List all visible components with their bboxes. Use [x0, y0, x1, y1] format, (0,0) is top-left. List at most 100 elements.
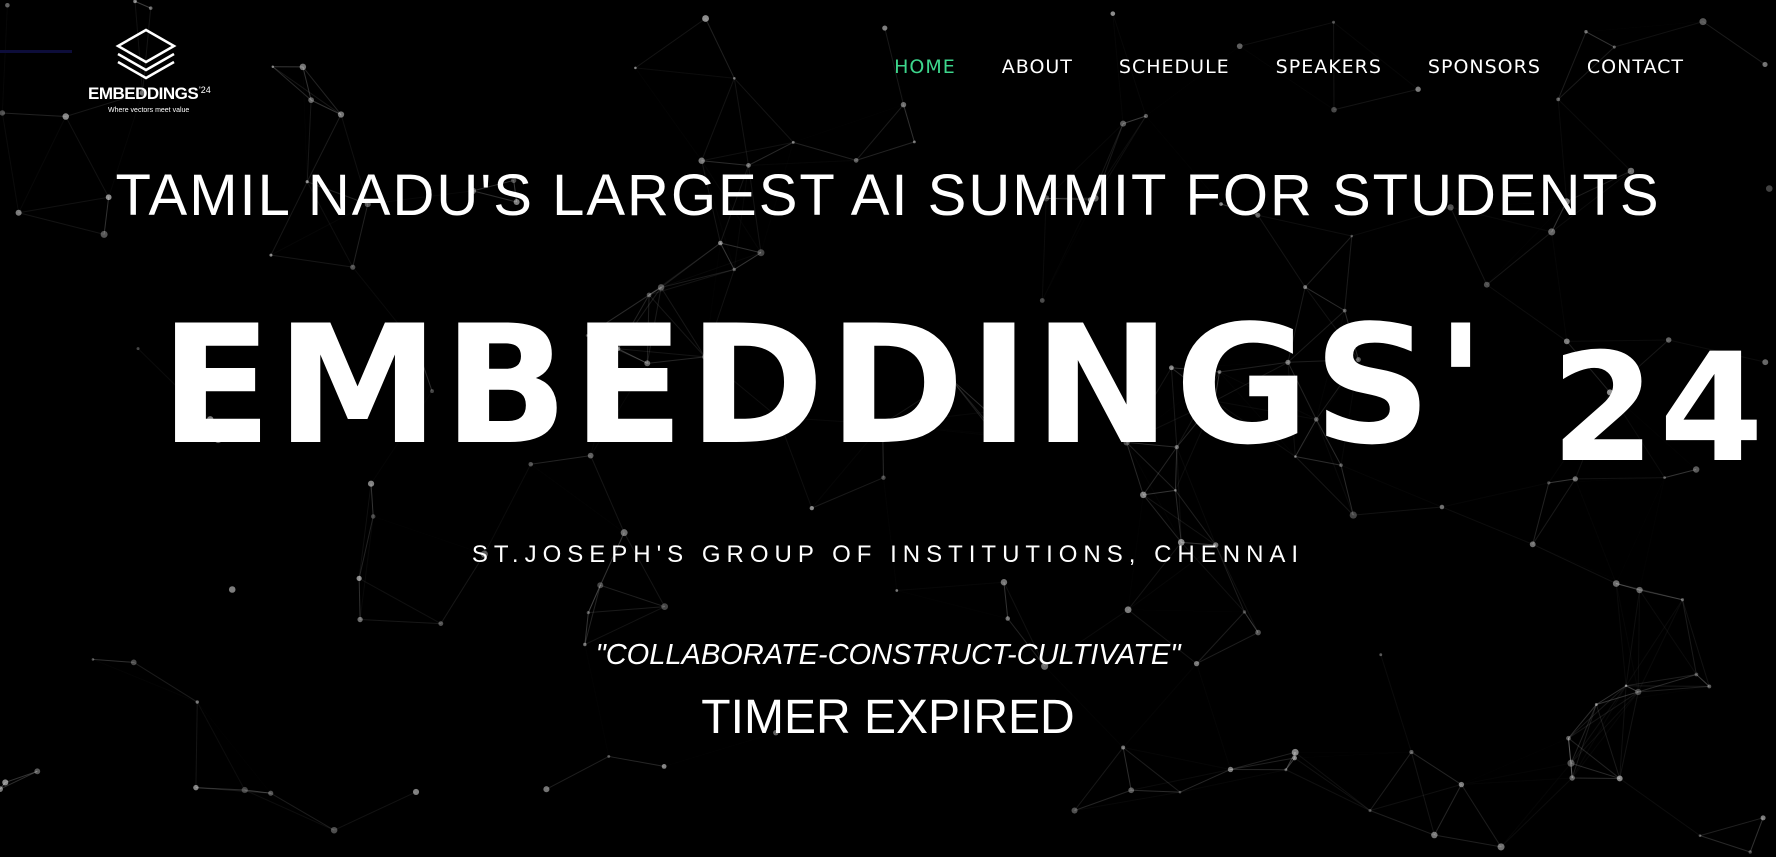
network-node	[597, 582, 604, 589]
network-line	[1131, 789, 1181, 793]
logo-tagline: Where vectors meet value	[108, 107, 190, 114]
network-node	[1236, 43, 1243, 50]
network-node	[2, 779, 9, 786]
network-line	[1122, 747, 1181, 793]
nav-schedule[interactable]: SCHEDULE	[1119, 56, 1230, 78]
network-node	[1748, 850, 1752, 854]
network-line	[1625, 673, 1697, 687]
network-node	[100, 230, 108, 238]
hero-title-main: EMBEDDINGS'	[160, 290, 1490, 481]
network-node	[1431, 831, 1438, 839]
network-node	[1368, 808, 1372, 813]
network-line	[1369, 784, 1462, 812]
network-line	[1131, 768, 1231, 791]
network-line	[903, 104, 915, 143]
network-node	[1616, 775, 1623, 782]
network-line	[1585, 31, 1615, 48]
site-logo[interactable]: EMBEDDINGS '24 Where vectors meet value	[86, 28, 216, 118]
network-line	[608, 755, 665, 767]
network-line	[811, 477, 884, 509]
network-node	[241, 786, 248, 794]
network-node	[1680, 598, 1685, 602]
network-node	[661, 603, 669, 611]
network-line	[1369, 751, 1412, 811]
network-line	[104, 234, 138, 348]
network-line	[1179, 769, 1231, 793]
network-line	[584, 585, 601, 645]
network-line	[370, 483, 374, 517]
hero-subtitle: TAMIL NADU'S LARGEST AI SUMMIT FOR STUDE…	[115, 163, 1661, 228]
network-node	[809, 505, 814, 511]
network-node	[1612, 45, 1616, 49]
network-node	[1694, 672, 1699, 677]
network-node	[1350, 234, 1354, 238]
network-node	[1567, 759, 1575, 767]
logo-superscript: '24	[199, 85, 211, 95]
network-node	[791, 140, 795, 144]
network-node	[1292, 755, 1297, 761]
nav-home[interactable]: HOME	[894, 56, 956, 78]
network-node	[1584, 30, 1588, 34]
network-line	[1304, 235, 1353, 288]
network-node	[356, 575, 362, 581]
network-line	[1441, 506, 1533, 545]
network-line	[1557, 98, 1632, 172]
nav-contact[interactable]: CONTACT	[1587, 56, 1684, 78]
network-node	[718, 240, 723, 246]
network-node	[733, 76, 736, 80]
nav-speakers[interactable]: SPEAKERS	[1276, 56, 1382, 78]
network-line	[1294, 751, 1371, 811]
network-node	[5, 3, 10, 8]
network-line	[897, 582, 1004, 590]
network-line	[1570, 762, 1620, 779]
network-node	[1497, 843, 1505, 851]
network-line	[1333, 88, 1419, 111]
network-line	[1003, 582, 1009, 619]
network-node	[1762, 61, 1768, 68]
network-line	[1369, 810, 1435, 836]
network-node	[193, 784, 199, 791]
network-node	[1255, 629, 1261, 636]
network-node	[228, 586, 236, 593]
network-line	[546, 755, 609, 790]
network-node	[412, 788, 420, 795]
network-node	[133, 0, 137, 4]
network-node	[900, 101, 907, 108]
network-line	[1699, 817, 1764, 837]
network-line	[1142, 494, 1182, 543]
network-node	[1548, 228, 1556, 236]
network-node	[1556, 97, 1561, 102]
network-line	[195, 787, 271, 794]
network-line	[1486, 231, 1553, 286]
network-node	[350, 264, 356, 270]
network-line	[1075, 792, 1180, 810]
network-line	[546, 766, 664, 789]
network-node	[1143, 113, 1149, 119]
network-line	[1074, 747, 1124, 811]
network-node	[268, 790, 274, 796]
network-node	[370, 514, 376, 519]
network-node	[1140, 491, 1147, 499]
network-node	[1409, 750, 1414, 755]
network-node	[1612, 580, 1620, 587]
nav-sponsors[interactable]: SPONSORS	[1428, 56, 1541, 78]
network-node	[438, 621, 444, 627]
network-node	[1349, 511, 1357, 519]
network-line	[701, 78, 735, 161]
network-line	[1295, 752, 1412, 758]
network-node	[337, 111, 345, 118]
network-line	[1442, 483, 1549, 507]
network-line	[793, 141, 857, 161]
nav-about[interactable]: ABOUT	[1002, 56, 1073, 78]
network-line	[1123, 747, 1230, 769]
network-node	[1415, 86, 1421, 92]
network-node	[620, 529, 628, 537]
network-node	[1458, 781, 1465, 788]
network-node	[895, 589, 899, 592]
network-node	[882, 25, 888, 31]
network-line	[1699, 835, 1751, 853]
network-node	[330, 826, 338, 834]
network-line	[1626, 685, 1710, 687]
network-node	[1547, 481, 1551, 485]
network-line	[1616, 583, 1683, 601]
